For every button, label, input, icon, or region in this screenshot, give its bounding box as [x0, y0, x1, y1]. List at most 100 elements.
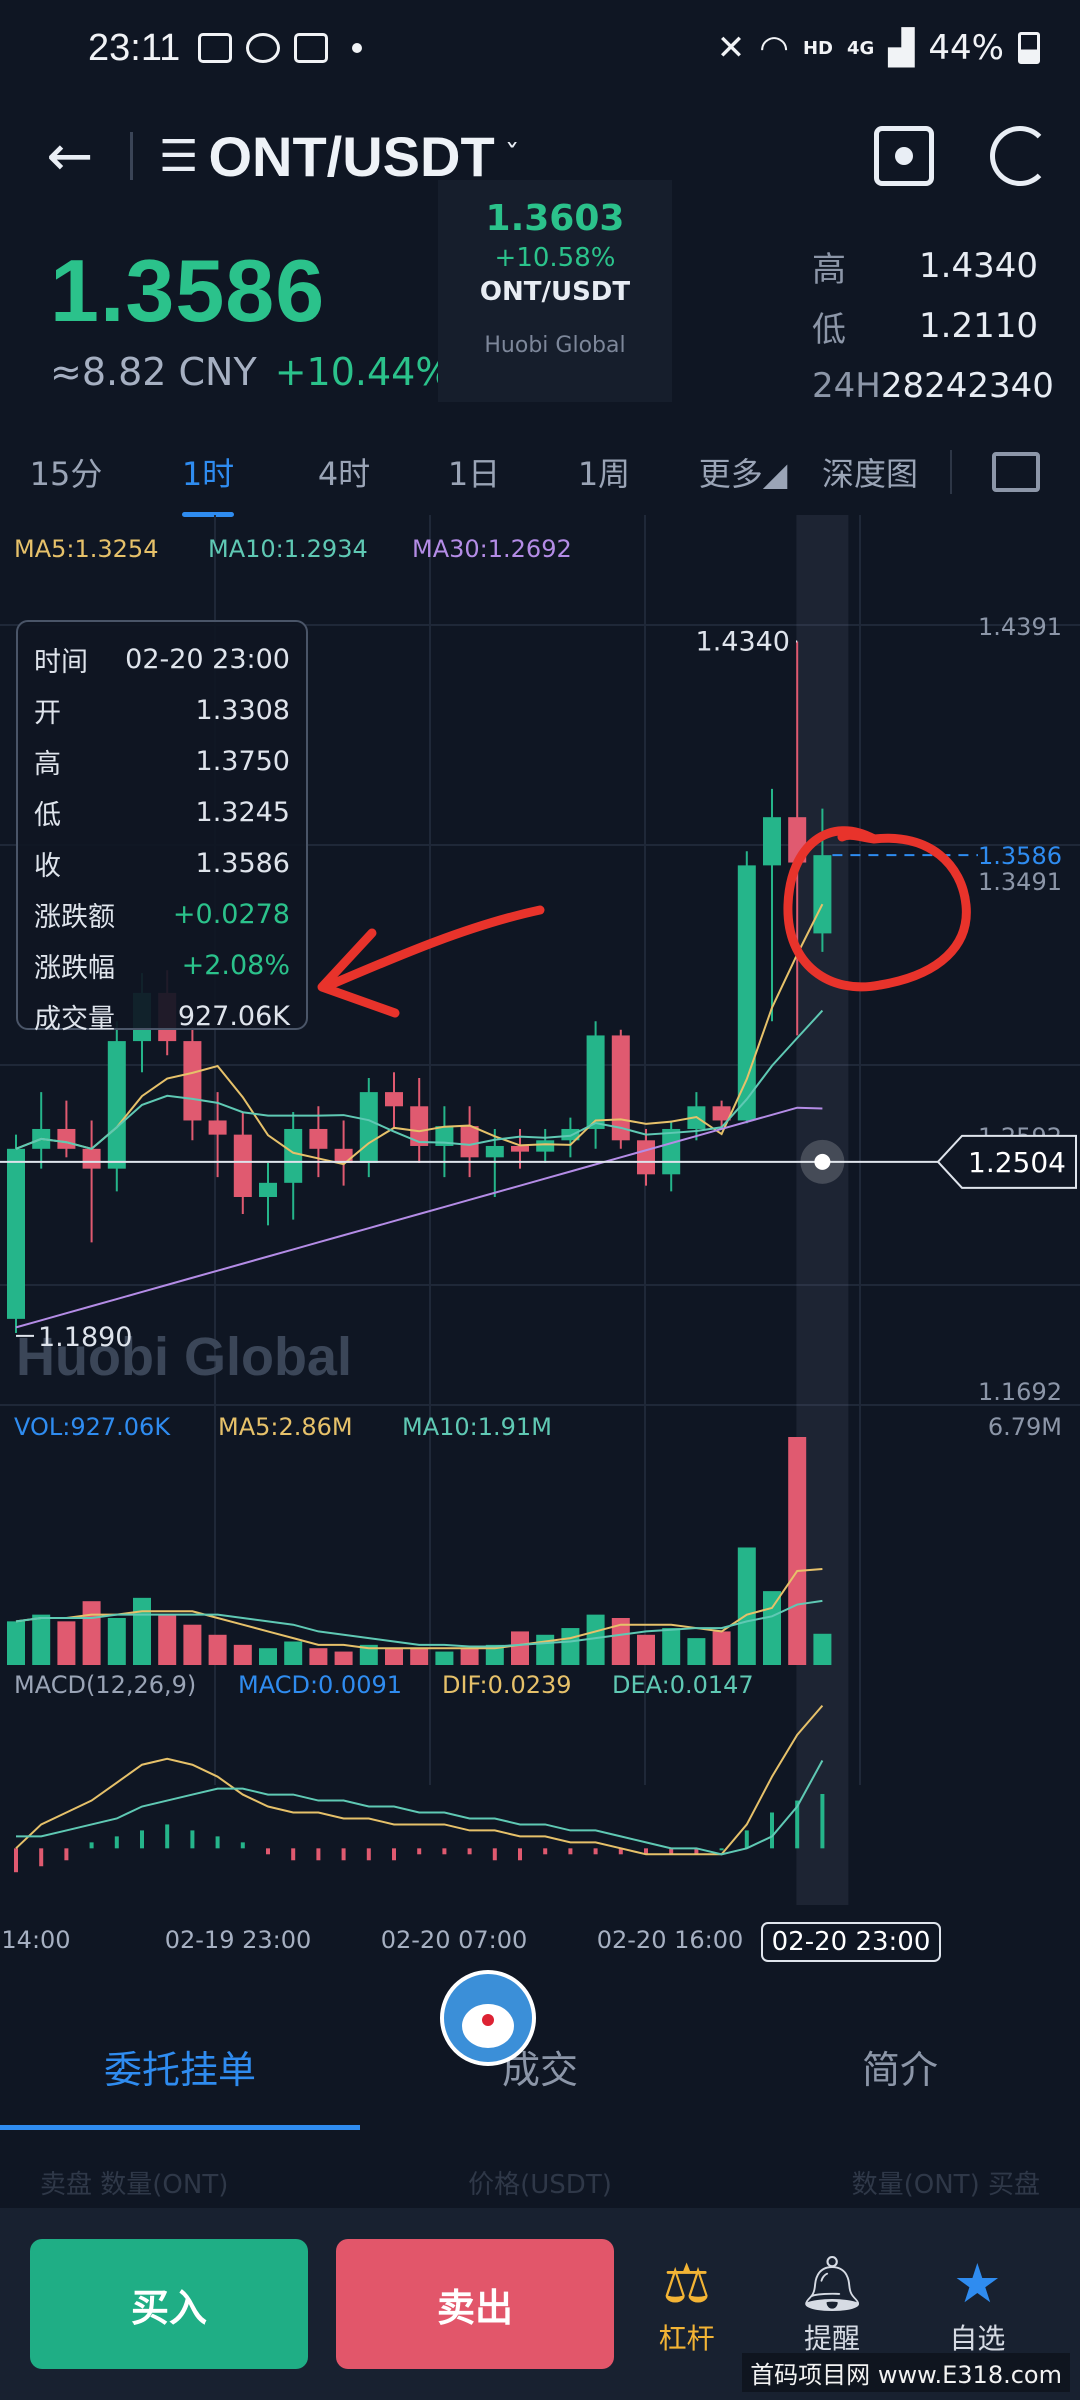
info-row-volume: 成交量 927.06K	[34, 991, 290, 1042]
macd-histogram-bar	[492, 1848, 497, 1861]
macd-histogram-bar	[165, 1824, 170, 1849]
macd-legend-label: MACD(12,26,9)	[14, 1671, 196, 1699]
volume-bar	[637, 1634, 655, 1665]
watchlist-label: 自选	[949, 2322, 1006, 2355]
macd-histogram-bar	[316, 1848, 321, 1861]
macd-histogram-bar	[14, 1848, 18, 1873]
x-tick-label: 14:00	[1, 1926, 70, 1954]
info-row-change: 涨跌额 +0.0278	[34, 889, 290, 940]
info-value: 1.3750	[195, 746, 290, 777]
chevron-down-icon[interactable]: ˇ	[505, 139, 520, 174]
macd-histogram-bar	[770, 1812, 774, 1849]
volume-bar	[460, 1648, 479, 1665]
float-price: 1.3603	[485, 198, 625, 239]
cny-value: ≈8.82 CNY	[50, 350, 257, 394]
tab-more[interactable]: 更多◢	[676, 449, 810, 495]
tab-15m[interactable]: 15分	[28, 449, 104, 495]
notification-dot	[352, 43, 363, 53]
tab-trades[interactable]: 成交	[360, 2020, 720, 2130]
volume-bar	[385, 1648, 403, 1665]
back-arrow-icon[interactable]: ←	[30, 116, 110, 196]
tab-depth-chart[interactable]: 深度图	[818, 449, 922, 495]
macd-histogram-bar	[820, 1793, 825, 1849]
stat-value: 1.4340	[919, 246, 1038, 286]
divider	[130, 132, 133, 180]
mascot-floating-icon[interactable]	[440, 1970, 536, 2066]
check-app-icon	[246, 33, 281, 63]
info-row-time: 时间 02-20 23:00	[34, 634, 290, 685]
pair-title[interactable]: ONT/USDT	[208, 124, 494, 189]
volume-bar	[813, 1633, 832, 1665]
gallery-icon	[198, 33, 233, 63]
candle-body	[284, 1128, 303, 1183]
tab-order-book[interactable]: 委托挂单	[0, 2020, 360, 2130]
x-tick-label: 02-19 23:00	[165, 1926, 312, 1954]
signal-label: 4G	[846, 37, 875, 59]
candle-body	[485, 1145, 504, 1158]
tab-intro[interactable]: 简介	[720, 2020, 1080, 2130]
volume-bar	[233, 1644, 252, 1665]
crosshair-band	[796, 515, 849, 1905]
screenshot-icon[interactable]	[874, 126, 934, 186]
info-row-low: 低 1.3245	[34, 787, 290, 838]
y-tick-label: 1.1692	[978, 1378, 1062, 1406]
ticker-price: 1.3586 ≈8.82 CNY +10.44%	[50, 240, 451, 394]
crosshair-price-label: 1.2504	[968, 1146, 1066, 1179]
info-row-close: 收 1.3586	[34, 838, 290, 889]
float-change: +10.58%	[494, 243, 616, 273]
pair-list-icon[interactable]: ☰	[159, 131, 198, 182]
tab-1d[interactable]: 1日	[422, 449, 526, 495]
floating-price-card[interactable]: 1.3603 +10.58% ONT/USDT Huobi Global	[438, 180, 672, 402]
star-icon: ★	[953, 2252, 1002, 2315]
lever-button[interactable]: ⚖ 杠杆	[614, 2251, 759, 2357]
macd-histogram-bar	[392, 1848, 396, 1861]
candle-body	[813, 855, 832, 934]
tab-1w[interactable]: 1周	[552, 449, 656, 495]
speed-gauge-icon[interactable]	[990, 126, 1050, 186]
y-tick-label: 1.4391	[978, 613, 1062, 641]
ticker-stats: 高 1.4340 低 1.2110 24H 28242340	[812, 236, 1054, 416]
chart-settings-icon[interactable]	[992, 452, 1040, 492]
buy-button[interactable]: 买入	[30, 2239, 308, 2369]
volume-bar	[309, 1648, 328, 1665]
ma-legend-label: MA30:1.2692	[412, 535, 572, 563]
watchlist-button[interactable]: ★ 自选	[905, 2251, 1050, 2357]
change-percent: +10.44%	[274, 350, 452, 394]
last-price: 1.3586	[50, 241, 326, 340]
crosshair-dot	[814, 1153, 831, 1170]
macd-histogram-bar	[744, 1830, 749, 1849]
volume-bar	[712, 1631, 731, 1665]
detail-tabs: 委托挂单 成交 简介	[0, 2020, 1080, 2130]
macd-legend-label: DEA:0.0147	[612, 1671, 754, 1699]
divider	[950, 450, 952, 494]
tab-1h[interactable]: 1时	[156, 449, 260, 517]
top-actions	[874, 126, 1050, 186]
high-price-label: 1.4340	[696, 626, 790, 657]
volume-bar	[7, 1621, 25, 1665]
volume-max-label: 6.79M	[988, 1413, 1062, 1441]
macd-histogram-bar	[543, 1848, 548, 1855]
sell-button[interactable]: 卖出	[336, 2239, 614, 2369]
x-tick-label: 02-20 07:00	[381, 1926, 528, 1954]
mute-icon: ✕	[716, 28, 746, 68]
last-price-label: 1.3586	[978, 842, 1062, 870]
candle-body	[309, 1128, 328, 1149]
column-header: 价格(USDT)	[468, 2170, 612, 2200]
macd-histogram-bar	[568, 1848, 573, 1855]
tab-4h[interactable]: 4时	[292, 449, 396, 495]
volume-bar	[32, 1614, 51, 1665]
candle-body	[259, 1182, 277, 1197]
alert-label: 提醒	[803, 2322, 860, 2355]
info-label: 时间	[34, 647, 88, 678]
float-brand-logo: Huobi Global	[484, 333, 626, 358]
candle-body	[82, 1148, 101, 1169]
candle-body	[57, 1128, 76, 1149]
macd-legend-label: MACD:0.0091	[238, 1671, 402, 1699]
volume-bar	[662, 1628, 681, 1665]
volume-bar	[788, 1437, 807, 1665]
alert-button[interactable]: 🔔︎ 提醒	[759, 2251, 904, 2357]
interval-tabs: 15分 1时 4时 1日 1周 更多◢ 深度图	[0, 432, 1080, 517]
bell-icon: 🔔︎	[797, 2252, 867, 2315]
column-header: 卖盘 数量(ONT)	[40, 2170, 229, 2200]
info-row-high: 高 1.3750	[34, 736, 290, 787]
